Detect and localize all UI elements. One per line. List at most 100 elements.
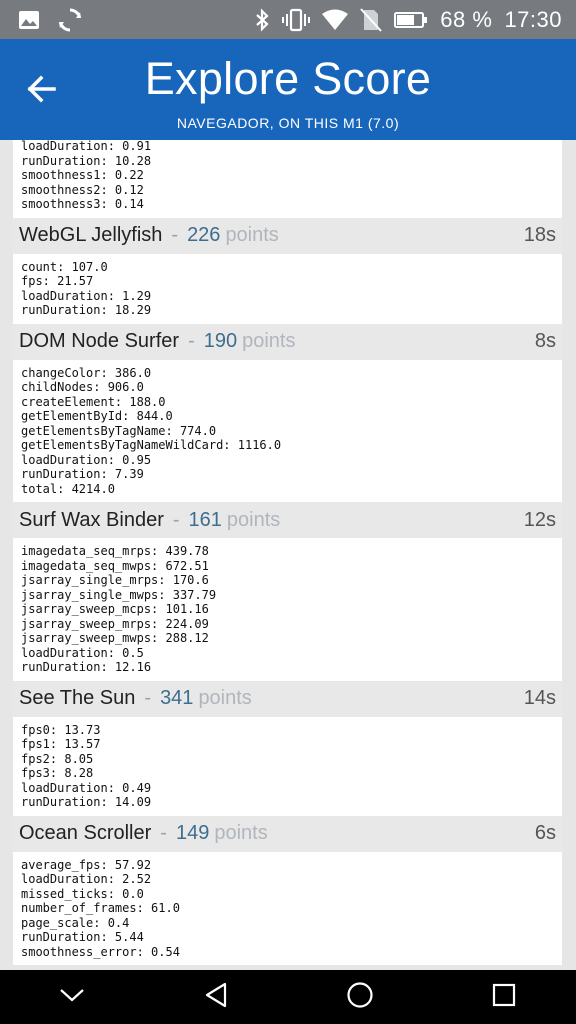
detail-line: fps0: 13.73 <box>21 722 101 737</box>
test-header[interactable]: See The Sun -341 points 14s <box>12 680 563 717</box>
test-title: See The Sun -341 points <box>19 687 252 710</box>
detail-line: imagedata_seq_mwps: 672.51 <box>21 558 209 573</box>
detail-line: runDuration: 7.39 <box>21 467 144 481</box>
points-label: points <box>214 822 268 844</box>
detail-line: getElementsByTagName: 774.0 <box>21 423 217 438</box>
detail-line: jsarray_single_mwps: 337.79 <box>21 587 217 602</box>
test-details: loadDuration: 0.91 runDuration: 10.28 smoo… <box>13 140 562 218</box>
bluetooth-icon <box>254 7 270 32</box>
no-sim-icon <box>360 7 383 32</box>
nav-recents-button[interactable] <box>474 970 534 1024</box>
clock: 17:30 <box>504 6 562 32</box>
nav-back-button[interactable] <box>186 970 246 1024</box>
detail-line: smoothness2: 0.12 <box>21 182 144 197</box>
test-details: fps0: 13.73 fps1: 13.57 fps2: 8.05 fps3: 8.… <box>13 716 562 816</box>
detail-line: total: 4214.0 <box>21 481 115 496</box>
home-circle-icon <box>346 981 374 1014</box>
points-label: points <box>242 330 296 352</box>
test-header[interactable]: Ocean Scroller -149 points 6s <box>12 815 563 852</box>
test-header[interactable]: Surf Wax Binder -161 points 12s <box>12 502 563 538</box>
detail-line: createElement: 188.0 <box>21 394 166 409</box>
detail-line: missed_ticks: 0.0 <box>21 886 144 901</box>
detail-line: jsarray_sweep_mcps: 101.16 <box>21 602 209 616</box>
wifi-icon <box>322 9 349 31</box>
test-duration: 14s <box>523 687 556 709</box>
detail-line: runDuration: 18.29 <box>21 303 152 317</box>
test-duration: 6s <box>534 822 556 844</box>
detail-line: smoothness3: 0.14 <box>21 197 144 211</box>
navigation-bar <box>0 970 576 1024</box>
image-icon <box>18 10 40 30</box>
score-list[interactable]: loadDuration: 0.91 runDuration: 10.28 smoo… <box>12 140 563 970</box>
test-name: See The Sun <box>19 687 136 709</box>
detail-line: fps: 21.57 <box>21 274 94 288</box>
chevron-down-icon <box>59 987 85 1008</box>
test-title: DOM Node Surfer -190 points <box>19 330 295 353</box>
detail-line: runDuration: 14.09 <box>21 795 152 809</box>
detail-line: runDuration: 10.28 <box>21 153 152 168</box>
detail-line: number_of_frames: 61.0 <box>21 901 180 915</box>
detail-line: loadDuration: 0.5 <box>21 645 144 660</box>
detail-line: average_fps: 57.92 <box>21 857 152 872</box>
test-duration: 18s <box>523 224 556 246</box>
app-bar: Explore Score NAVEGADOR, ON THIS M1 (7.0… <box>0 39 576 140</box>
battery-icon <box>394 11 428 29</box>
detail-line: imagedata_seq_mrps: 439.78 <box>21 544 209 558</box>
test-score: 226 <box>187 224 221 246</box>
detail-line: smoothness_error: 0.54 <box>21 944 180 959</box>
test-name: Surf Wax Binder <box>19 508 164 531</box>
detail-line: loadDuration: 2.52 <box>21 872 152 886</box>
points-label: points <box>198 687 252 709</box>
test-title: WebGL Jellyfish -226 points <box>19 224 279 247</box>
test-score: 161 <box>188 508 222 531</box>
test-details: imagedata_seq_mrps: 439.78 imagedata_seq_… <box>13 538 562 681</box>
separator-dash: - <box>171 224 179 246</box>
detail-line: getElementById: 844.0 <box>21 409 173 423</box>
battery-percentage: 68 % <box>440 6 493 32</box>
back-triangle-icon <box>204 982 228 1013</box>
test-details: average_fps: 57.92 loadDuration: 2.52 miss… <box>13 851 562 965</box>
detail-line: count: 107.0 <box>21 259 108 274</box>
vibrate-icon <box>282 8 311 32</box>
detail-line: smoothness1: 0.22 <box>21 168 144 182</box>
detail-line: jsarray_single_mrps: 170.6 <box>21 573 209 587</box>
test-header[interactable]: DOM Node Surfer -190 points 8s <box>12 323 563 360</box>
detail-line: loadDuration: 1.29 <box>21 288 152 303</box>
test-duration: 12s <box>523 508 556 531</box>
test-score: 149 <box>175 822 210 844</box>
detail-line: fps2: 8.05 <box>21 751 94 766</box>
separator-dash: - <box>172 508 180 531</box>
test-name: WebGL Jellyfish <box>19 224 163 246</box>
separator-dash: - <box>160 822 167 844</box>
hide-keyboard-button[interactable] <box>42 970 102 1024</box>
status-bar: 68 % 17:30 <box>0 0 576 39</box>
detail-line: page_scale: 0.4 <box>21 915 130 930</box>
points-label: points <box>226 508 281 531</box>
detail-line: fps1: 13.57 <box>21 737 101 751</box>
recents-square-icon <box>492 983 516 1012</box>
page-subtitle: NAVEGADOR, ON THIS M1 (7.0) <box>176 115 400 131</box>
test-title: Surf Wax Binder -161 points <box>19 509 280 532</box>
test-title: Ocean Scroller -149 points <box>19 822 268 845</box>
separator-dash: - <box>144 687 152 709</box>
detail-line: fps3: 8.28 <box>21 766 94 780</box>
page-title: Explore Score <box>144 53 432 104</box>
test-score: 190 <box>203 330 238 352</box>
test-name: Ocean Scroller <box>19 822 152 844</box>
detail-line: getElementsByTagNameWildCard: 1116.0 <box>21 438 282 452</box>
detail-line: loadDuration: 0.95 <box>21 452 152 467</box>
test-details: count: 107.0 fps: 21.57 loadDuration: 1.29… <box>13 253 562 324</box>
detail-line: jsarray_sweep_mwps: 288.12 <box>21 631 209 645</box>
separator-dash: - <box>188 330 195 352</box>
detail-line: runDuration: 5.44 <box>21 930 144 944</box>
detail-line: jsarray_sweep_mrps: 224.09 <box>21 616 209 631</box>
detail-line: changeColor: 386.0 <box>21 365 152 380</box>
detail-line: loadDuration: 0.91 <box>21 140 152 153</box>
detail-line: loadDuration: 0.49 <box>21 780 152 795</box>
test-duration: 8s <box>534 330 556 352</box>
test-name: DOM Node Surfer <box>19 330 180 352</box>
test-score: 341 <box>160 687 194 709</box>
test-details: changeColor: 386.0 childNodes: 906.0 creat… <box>13 359 562 502</box>
test-header[interactable]: WebGL Jellyfish -226 points 18s <box>12 217 563 254</box>
nav-home-button[interactable] <box>330 970 390 1024</box>
